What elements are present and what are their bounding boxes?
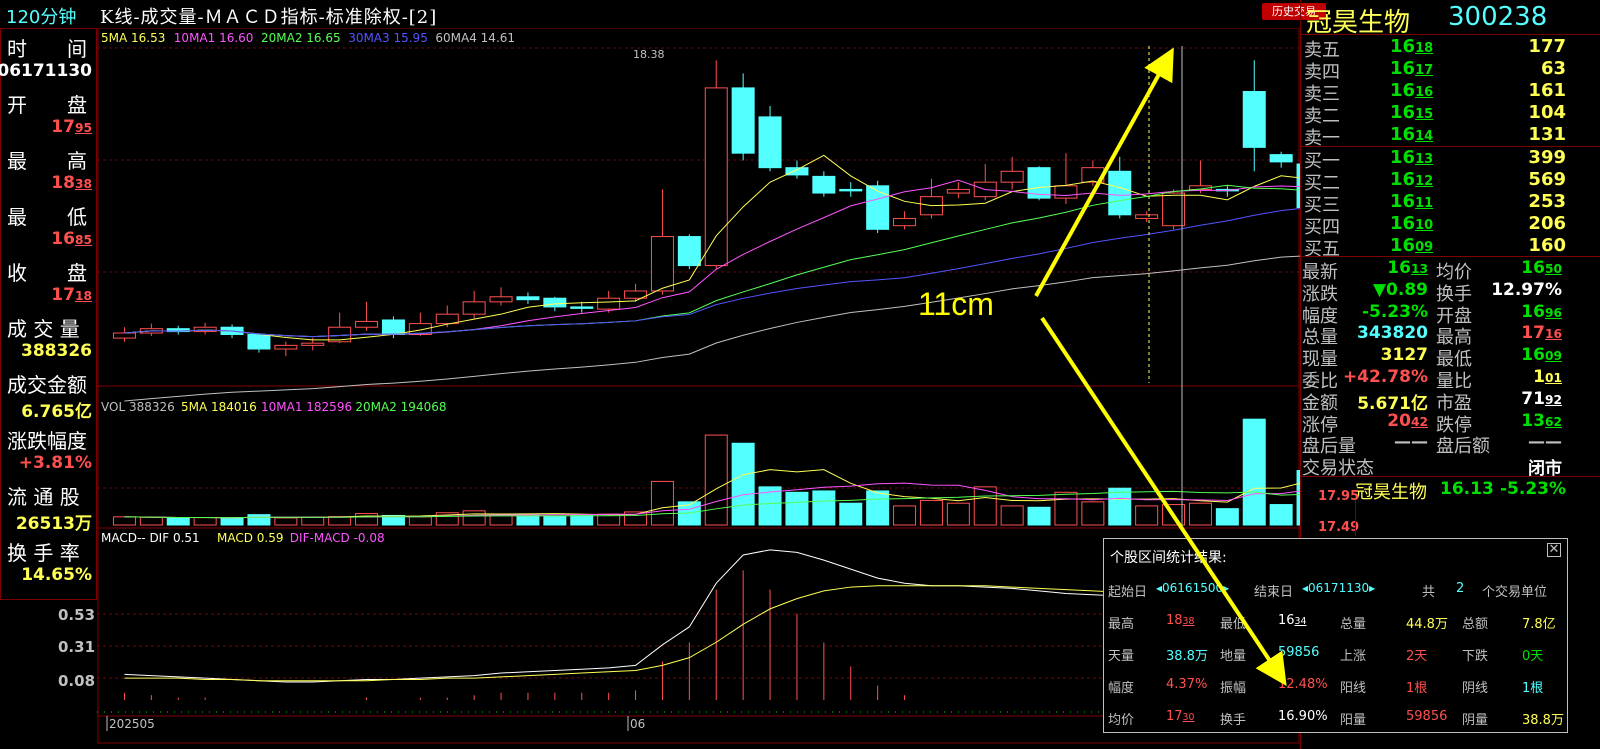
annotation-layer (1034, 47, 1287, 686)
annotation-arrow-down (1040, 316, 1287, 686)
annotation-arrow-up (1034, 47, 1174, 297)
annotation-text: 11cm (918, 286, 994, 322)
